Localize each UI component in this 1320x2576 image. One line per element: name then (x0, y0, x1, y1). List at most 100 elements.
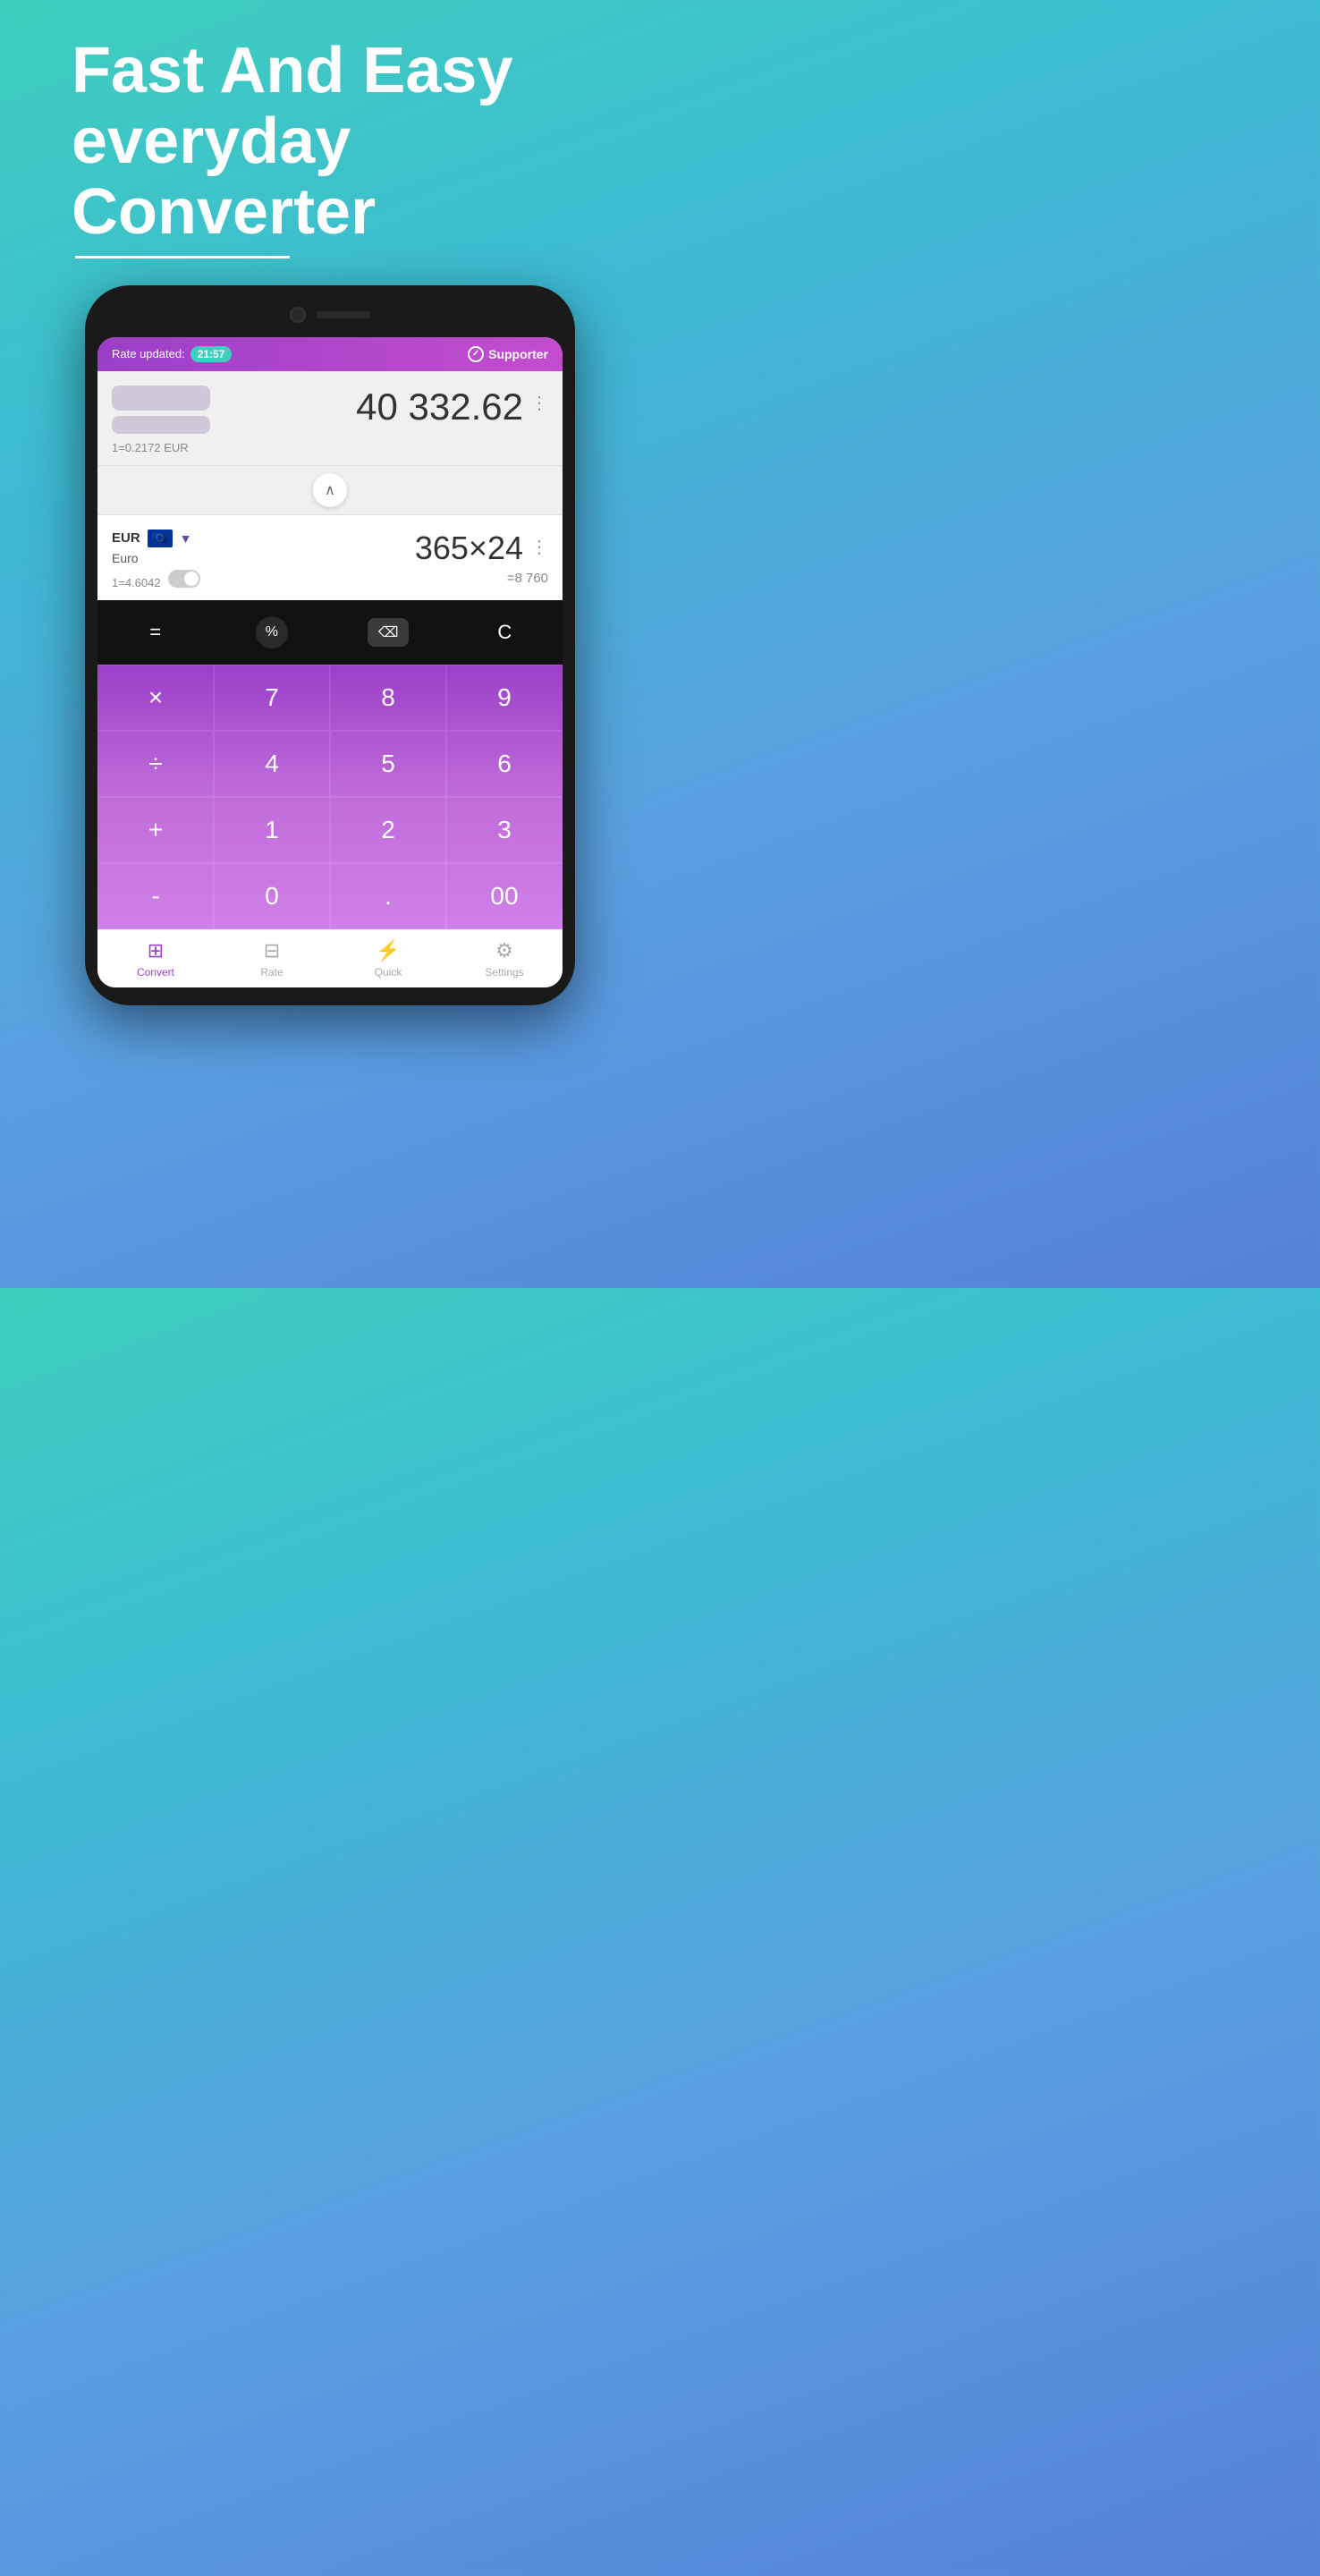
currency-full-name: Euro (112, 551, 200, 565)
dropdown-arrow-icon[interactable]: ▼ (180, 531, 192, 546)
backspace-label: ⌫ (378, 625, 399, 640)
label-8: 8 (381, 683, 395, 712)
multiply-label: × (148, 683, 163, 712)
row2-currency-label: EUR 🇪🇺 ▼ (112, 530, 200, 547)
keypad-main: × 7 8 9 ÷ 4 5 6 (97, 665, 563, 929)
key-3[interactable]: 3 (446, 797, 563, 863)
quick-icon: ⚡ (376, 939, 400, 962)
label-3: 3 (497, 816, 512, 844)
clear-key[interactable]: C (447, 600, 563, 665)
convert-nav-label: Convert (137, 966, 174, 979)
label-2: 2 (381, 816, 395, 844)
eur-flag-icon: 🇪🇺 (148, 530, 173, 547)
label-6: 6 (497, 750, 512, 778)
row1-value: 40 332.62 (356, 386, 523, 428)
rate-updated-area: Rate updated: 21:57 (112, 346, 232, 362)
quick-nav-label: Quick (375, 966, 402, 979)
currency-row-1: 40 332.62 ⋮ 1=0.2172 EUR (97, 371, 563, 465)
flag-pill-1 (112, 386, 210, 411)
equals-key[interactable]: = (97, 600, 213, 665)
app-header: Rate updated: 21:57 ✓ Supporter (97, 337, 563, 371)
key-9[interactable]: 9 (446, 665, 563, 731)
hero-section: Fast And Easy everyday Converter (0, 0, 660, 285)
key-7[interactable]: 7 (214, 665, 330, 731)
plus-label: + (148, 816, 163, 844)
row2-value-area: 365×24 ⋮ =8 760 (415, 530, 548, 586)
hero-line1: Fast And Easy (72, 35, 513, 106)
row2-sub-result: =8 760 (507, 571, 548, 586)
row1-flag-area[interactable] (112, 386, 210, 434)
row2-menu-dots[interactable]: ⋮ (530, 538, 548, 556)
phone-notch (97, 303, 563, 326)
label-double-zero: 00 (490, 882, 518, 911)
phone-shell: Rate updated: 21:57 ✓ Supporter 40 332.6… (85, 285, 575, 1005)
hero-underline (75, 256, 290, 258)
currency-row-2: EUR 🇪🇺 ▼ Euro 1=4.6042 365×24 (97, 515, 563, 600)
row1-menu-dots[interactable]: ⋮ (530, 394, 548, 412)
key-1[interactable]: 1 (214, 797, 330, 863)
nav-rate[interactable]: ⊟ Rate (214, 930, 330, 987)
minus-label: - (151, 882, 159, 911)
percent-key[interactable]: % (214, 600, 329, 665)
convert-icon: ⊞ (148, 939, 164, 962)
row1-rate-info: 1=0.2172 EUR (112, 441, 548, 454)
row2-currency-info[interactable]: EUR 🇪🇺 ▼ Euro 1=4.6042 (112, 530, 200, 589)
row1-top: 40 332.62 ⋮ (112, 386, 548, 434)
supporter-label: Supporter (488, 347, 548, 361)
key-double-zero[interactable]: 00 (446, 863, 563, 929)
phone-screen: Rate updated: 21:57 ✓ Supporter 40 332.6… (97, 337, 563, 987)
hero-line3: Converter (72, 176, 376, 248)
row2-value-with-dots: 365×24 ⋮ (415, 530, 548, 567)
label-9: 9 (497, 683, 512, 712)
key-0[interactable]: 0 (214, 863, 330, 929)
settings-icon: ⚙ (495, 939, 513, 962)
camera-circle (290, 307, 306, 323)
hero-title: Fast And Easy everyday Converter (72, 36, 588, 249)
label-7: 7 (265, 683, 279, 712)
rate-nav-label: Rate (260, 966, 283, 979)
nav-quick[interactable]: ⚡ Quick (330, 930, 446, 987)
key-5[interactable]: 5 (330, 731, 446, 797)
label-0: 0 (265, 882, 279, 911)
keypad-special-row: = % ⌫ C (97, 600, 563, 665)
plus-key[interactable]: + (97, 797, 214, 863)
label-5: 5 (381, 750, 395, 778)
rate-updated-label: Rate updated: (112, 347, 185, 360)
backspace-key[interactable]: ⌫ (331, 600, 446, 665)
bottom-nav: ⊞ Convert ⊟ Rate ⚡ Quick ⚙ Settings (97, 929, 563, 987)
toggle-knob (184, 572, 199, 586)
label-1: 1 (265, 816, 279, 844)
time-badge: 21:57 (190, 346, 233, 362)
supporter-check-icon: ✓ (468, 346, 484, 362)
key-2[interactable]: 2 (330, 797, 446, 863)
supporter-badge[interactable]: ✓ Supporter (468, 346, 548, 362)
key-dot[interactable]: . (330, 863, 446, 929)
key-8[interactable]: 8 (330, 665, 446, 731)
equals-label: = (149, 621, 161, 644)
percent-label: % (266, 624, 278, 640)
toggle-switch[interactable] (168, 570, 200, 588)
row2-value: 365×24 (415, 530, 523, 567)
swap-area: ∧ (97, 465, 563, 515)
row2-rate-label: 1=4.6042 (112, 576, 161, 589)
row2-top: EUR 🇪🇺 ▼ Euro 1=4.6042 365×24 (112, 530, 548, 589)
hero-line2: everyday (72, 106, 351, 177)
multiply-key[interactable]: × (97, 665, 214, 731)
nav-convert[interactable]: ⊞ Convert (97, 930, 214, 987)
nav-settings[interactable]: ⚙ Settings (446, 930, 563, 987)
row2-rate-area: 1=4.6042 (112, 569, 200, 589)
divide-label: ÷ (148, 750, 162, 778)
eur-code: EUR (112, 530, 140, 546)
divide-key[interactable]: ÷ (97, 731, 214, 797)
flag-pill-2 (112, 416, 210, 434)
swap-button[interactable]: ∧ (313, 473, 347, 507)
key-4[interactable]: 4 (214, 731, 330, 797)
label-dot: . (385, 882, 392, 911)
minus-key[interactable]: - (97, 863, 214, 929)
clear-label: C (497, 621, 512, 644)
backspace-icon: ⌫ (368, 618, 410, 647)
key-6[interactable]: 6 (446, 731, 563, 797)
row1-value-area: 40 332.62 ⋮ (356, 386, 548, 428)
percent-icon: % (256, 616, 288, 648)
speaker-bar (317, 311, 370, 318)
